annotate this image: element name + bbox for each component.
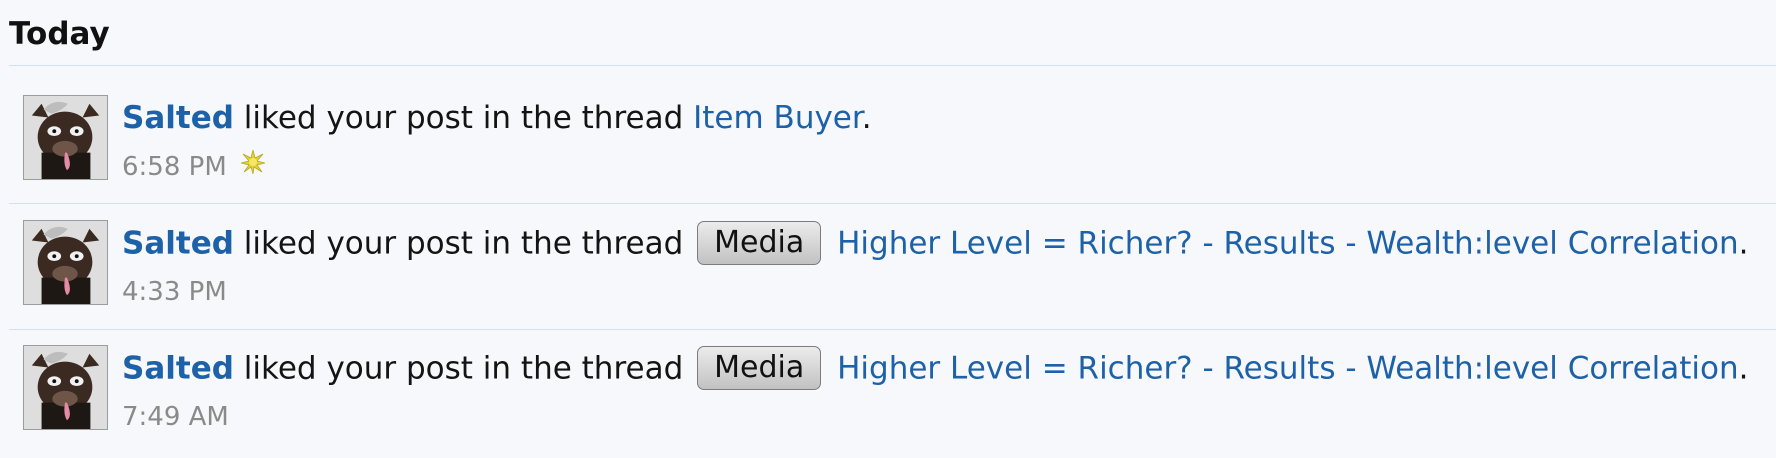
prefix-badge-media[interactable]: Media bbox=[697, 346, 822, 390]
thread-link[interactable]: Item Buyer bbox=[693, 100, 862, 136]
alert-action-text: liked your post in the thread bbox=[243, 225, 684, 262]
alert-suffix: . bbox=[861, 100, 872, 136]
alert-time: 6:58 PM bbox=[122, 149, 266, 182]
user-link[interactable]: Salted bbox=[122, 226, 234, 262]
bull-avatar-icon[interactable] bbox=[23, 220, 108, 305]
thread-link[interactable]: Higher Level = Richer? - Results - Wealt… bbox=[837, 226, 1739, 262]
alert-text: Salted liked your post in the thread Med… bbox=[122, 346, 1749, 392]
divider bbox=[9, 329, 1776, 330]
alert-text: Salted liked your post in the thread Med… bbox=[122, 221, 1749, 267]
time-text: 7:49 AM bbox=[122, 402, 229, 432]
alert-action-text: liked your post in the thread bbox=[243, 100, 684, 136]
alert-item: Salted liked your post in the thread Med… bbox=[0, 209, 1776, 333]
divider bbox=[9, 203, 1776, 204]
alert-time: 7:49 AM bbox=[122, 402, 229, 432]
alert-text: Salted liked your post in the thread Ite… bbox=[122, 98, 872, 138]
bull-avatar-icon[interactable] bbox=[23, 95, 108, 180]
alert-suffix: . bbox=[1738, 350, 1749, 387]
time-text: 6:58 PM bbox=[122, 152, 227, 182]
user-link[interactable]: Salted bbox=[122, 351, 234, 387]
alert-time: 4:33 PM bbox=[122, 277, 227, 307]
time-text: 4:33 PM bbox=[122, 277, 227, 307]
alert-action-text: liked your post in the thread bbox=[243, 350, 684, 387]
section-title: Today bbox=[9, 16, 110, 52]
alert-item: Salted liked your post in the thread Med… bbox=[0, 334, 1776, 458]
thread-link[interactable]: Higher Level = Richer? - Results - Wealt… bbox=[837, 351, 1739, 387]
alerts-list: Today Salted liked your post in the thre… bbox=[0, 0, 1776, 456]
new-star-icon bbox=[240, 149, 266, 174]
prefix-badge-media[interactable]: Media bbox=[697, 221, 822, 265]
user-link[interactable]: Salted bbox=[122, 100, 234, 136]
divider bbox=[9, 65, 1776, 66]
bull-avatar-icon[interactable] bbox=[23, 345, 108, 430]
alert-suffix: . bbox=[1738, 225, 1749, 262]
alert-item: Salted liked your post in the thread Ite… bbox=[0, 84, 1776, 208]
